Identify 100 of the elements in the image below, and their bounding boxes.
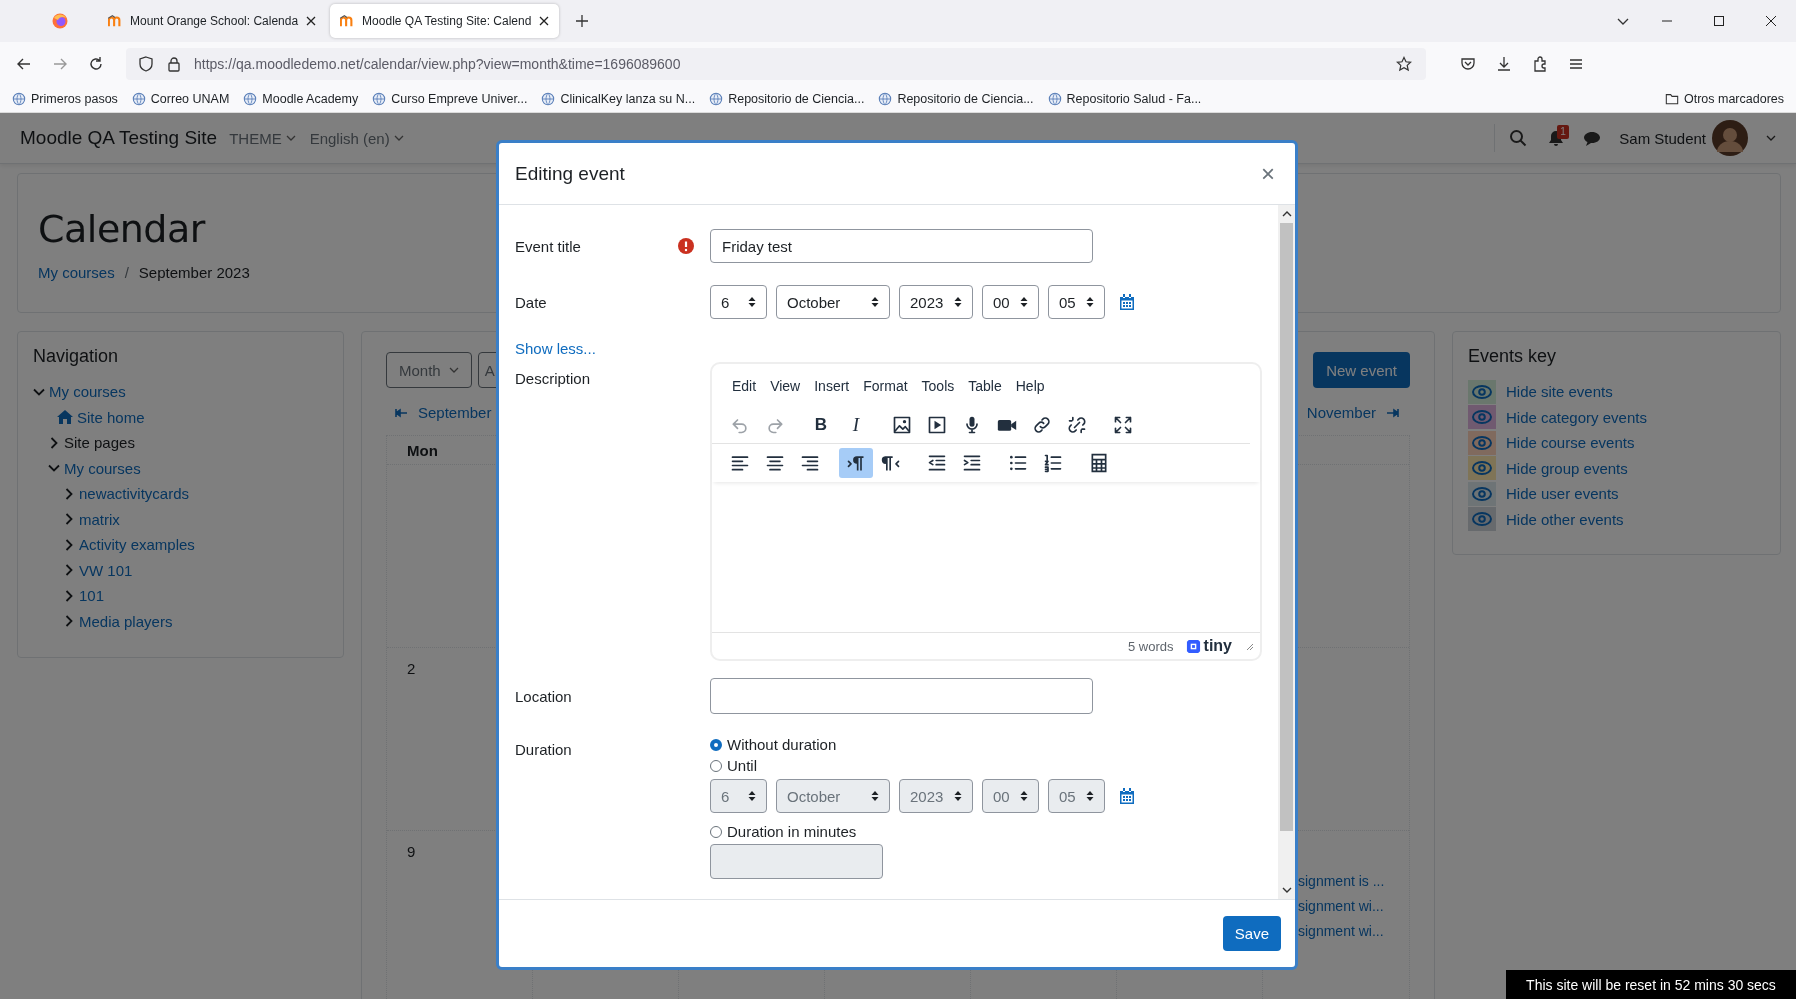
editor-menu[interactable]: View <box>764 374 807 398</box>
editor-menu[interactable]: Table <box>962 374 1008 398</box>
navigation-item[interactable]: Site pages <box>64 434 135 452</box>
event-link[interactable]: signment wi... <box>1298 894 1405 919</box>
event-filter-link[interactable]: Hide other events <box>1506 510 1624 528</box>
navigation-link[interactable]: newactivitycards <box>79 485 190 503</box>
radio-button[interactable] <box>710 759 722 772</box>
event-filter-link[interactable]: Hide course events <box>1506 434 1635 452</box>
menu-icon[interactable] <box>1568 56 1584 72</box>
next-month-link[interactable]: November <box>1306 404 1400 421</box>
bookmark-folder[interactable]: Otros marcadores <box>1664 92 1784 106</box>
bookmark[interactable]: Primeros pasos <box>12 92 118 106</box>
chat-icon[interactable] <box>1583 129 1602 147</box>
eye-icon[interactable] <box>1468 456 1496 481</box>
location-field[interactable] <box>710 678 1093 714</box>
browser-tab[interactable]: Mount Orange School: Calenda <box>98 4 327 38</box>
eye-icon[interactable] <box>1468 430 1496 455</box>
event-title-field[interactable]: Friday test <box>710 229 1093 263</box>
bookmark[interactable]: Repositorio Salud - Fa... <box>1047 92 1202 106</box>
date-select[interactable]: 2023 <box>899 285 973 319</box>
caret-icon[interactable] <box>1766 133 1776 143</box>
radio-option[interactable]: Duration in minutes <box>710 821 857 842</box>
extensions-icon[interactable] <box>1532 56 1548 72</box>
event-link[interactable]: signment wi... <box>1298 919 1405 944</box>
scrollbar[interactable] <box>1278 205 1295 899</box>
navigation-link[interactable]: matrix <box>79 510 120 528</box>
maximize-icon[interactable] <box>1712 14 1726 28</box>
bookmark[interactable]: Correo UNAM <box>131 92 230 106</box>
avatar[interactable] <box>1712 120 1748 156</box>
navbar-menu[interactable]: THEME <box>229 129 296 147</box>
event-filter-link[interactable]: Hide group events <box>1506 459 1628 477</box>
navigation-link[interactable]: 101 <box>79 587 105 605</box>
italic-button[interactable]: I <box>839 410 873 440</box>
navigation-link[interactable]: Activity examples <box>79 536 195 554</box>
editor-menu[interactable]: Tools <box>915 374 961 398</box>
event-filter-link[interactable]: Hide user events <box>1506 485 1619 503</box>
navbar-menu[interactable]: English (en) <box>309 129 404 147</box>
chevron-right-icon[interactable] <box>63 538 75 551</box>
eye-icon[interactable] <box>1468 507 1496 532</box>
scroll-up-icon[interactable] <box>1281 209 1292 219</box>
eye-icon[interactable] <box>1468 481 1496 506</box>
pocket-icon[interactable] <box>1460 56 1476 72</box>
scroll-down-icon[interactable] <box>1281 885 1292 895</box>
show-less-link[interactable]: Show less... <box>515 339 596 359</box>
editor-menu[interactable]: Edit <box>726 374 763 398</box>
star-icon[interactable] <box>1396 56 1412 72</box>
editor-menu[interactable]: Format <box>857 374 914 398</box>
download-icon[interactable] <box>1496 56 1512 72</box>
radio-option[interactable]: Without duration <box>710 734 837 755</box>
date-select[interactable]: 6 <box>710 285 767 319</box>
bold-button[interactable]: B <box>804 410 838 440</box>
close-icon[interactable] <box>306 16 317 26</box>
radio-button[interactable] <box>710 825 722 838</box>
breadcrumb-item[interactable]: My courses <box>38 264 115 281</box>
save-button[interactable]: Save <box>1222 916 1281 951</box>
site-name[interactable]: Moodle QA Testing Site <box>20 127 218 149</box>
bookmark[interactable]: Curso Empreve Univer... <box>372 92 528 106</box>
navigation-link[interactable]: VW 101 <box>79 561 133 579</box>
browser-tab[interactable]: Moodle QA Testing Site: Calend <box>330 4 560 38</box>
navigation-link[interactable]: Site home <box>77 408 145 426</box>
date-select[interactable]: 00 <box>982 285 1039 319</box>
forward-arrow-icon[interactable] <box>52 56 68 72</box>
previous-month-link[interactable]: September <box>394 404 492 421</box>
bookmark[interactable]: ClinicalKey lanza su N... <box>541 92 696 106</box>
new-event-button[interactable]: New event <box>1313 352 1410 388</box>
chevron-right-icon[interactable] <box>48 436 60 449</box>
calendar-icon[interactable] <box>1120 788 1134 804</box>
bookmark[interactable]: Moodle Academy <box>243 92 359 106</box>
reload-icon[interactable] <box>88 56 104 72</box>
bookmark[interactable]: Repositorio de Ciencia... <box>878 92 1034 106</box>
navigation-link[interactable]: Media players <box>79 612 173 630</box>
close-icon[interactable] <box>539 16 550 26</box>
chevron-right-icon[interactable] <box>63 615 75 628</box>
chevron-right-icon[interactable] <box>63 513 75 526</box>
navigation-link[interactable]: My courses <box>64 459 141 477</box>
view-dropdown[interactable]: Month <box>386 352 472 388</box>
chevron-right-icon[interactable] <box>63 589 75 602</box>
resize-handle-icon[interactable] <box>1244 641 1254 651</box>
chevron-right-icon[interactable] <box>63 487 75 500</box>
toolbar-button[interactable] <box>839 448 873 478</box>
radio-option[interactable]: Until <box>710 755 757 776</box>
date-select[interactable]: October <box>776 285 890 319</box>
user-name[interactable]: Sam Student <box>1619 129 1706 147</box>
radio-button[interactable] <box>710 738 722 751</box>
editor-menu[interactable]: Help <box>1009 374 1051 398</box>
event-filter-link[interactable]: Hide category events <box>1506 408 1647 426</box>
close-icon[interactable] <box>1764 14 1778 28</box>
calendar-icon[interactable] <box>1120 294 1134 310</box>
close-button[interactable]: × <box>1257 161 1279 186</box>
chevron-right-icon[interactable] <box>63 564 75 577</box>
editor-menu[interactable]: Insert <box>808 374 856 398</box>
event-filter-link[interactable]: Hide site events <box>1506 383 1613 401</box>
eye-icon[interactable] <box>1468 405 1496 430</box>
date-select[interactable]: 05 <box>1048 285 1105 319</box>
search-icon[interactable] <box>1509 129 1528 147</box>
event-link[interactable]: signment is ... <box>1298 869 1405 894</box>
bookmark[interactable]: Repositorio de Ciencia... <box>709 92 865 106</box>
back-arrow-icon[interactable] <box>16 56 32 72</box>
address-field[interactable]: https://qa.moodledemo.net/calendar/view.php?view=month&time=1696089600 <box>126 48 1426 80</box>
navigation-link[interactable]: My courses <box>49 383 126 401</box>
